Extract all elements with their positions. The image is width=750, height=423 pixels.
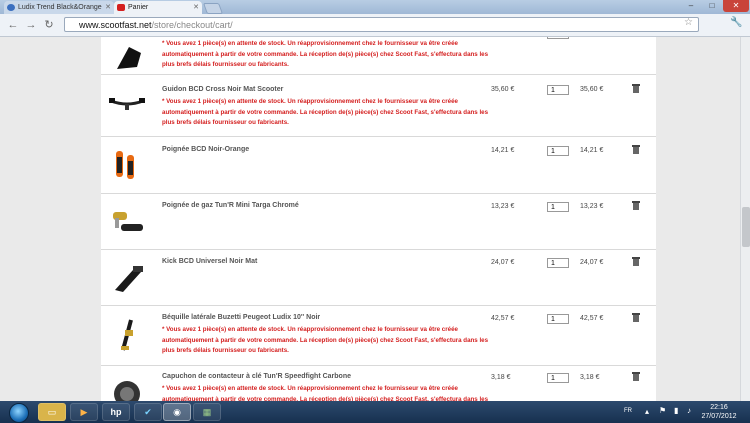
product-thumbnail[interactable] bbox=[107, 204, 147, 240]
reload-icon[interactable]: ↻ bbox=[42, 18, 56, 32]
minimize-button[interactable]: – bbox=[681, 0, 701, 12]
cart-row: Béquille latérale Buzetti Peugeot Ludix … bbox=[101, 306, 656, 366]
product-name[interactable]: Kick BCD Universel Noir Mat bbox=[162, 258, 482, 265]
trash-icon[interactable] bbox=[631, 201, 641, 210]
signal-icon[interactable]: ▮ bbox=[674, 406, 678, 415]
media-player-icon[interactable]: ▶ bbox=[70, 403, 98, 421]
cart-table: * Vous avez 1 pièce(s) en attente de sto… bbox=[101, 37, 656, 401]
browser-toolbar: ← → ↻ www.scootfast.net/store/checkout/c… bbox=[0, 14, 750, 37]
scrollbar-thumb[interactable] bbox=[742, 207, 750, 247]
cart-row: Kick BCD Universel Noir Mat 24,07 € 1 24… bbox=[101, 250, 656, 306]
url-host: www.scootfast.net bbox=[79, 20, 152, 30]
app-icon[interactable]: ✔ bbox=[134, 403, 162, 421]
flag-icon[interactable]: ⚑ bbox=[659, 406, 666, 415]
new-tab-button[interactable] bbox=[202, 3, 224, 14]
product-thumbnail[interactable] bbox=[107, 372, 147, 401]
tab-favicon-icon bbox=[7, 4, 15, 11]
quantity-input[interactable]: 1 bbox=[547, 85, 569, 95]
windows-taskbar: ▭ ▶ hp ✔ ◉ ▦ FR ▴ ⚑ ▮ ♪ 22:16 27/07/2012 bbox=[0, 401, 750, 423]
line-total: 42,57 € bbox=[580, 315, 604, 322]
quantity-input[interactable]: 1 bbox=[547, 202, 569, 212]
volume-icon[interactable]: ♪ bbox=[687, 406, 691, 415]
line-total: 35,60 € bbox=[580, 86, 604, 93]
line-total: 14,21 € bbox=[580, 147, 604, 154]
clock-date: 27/07/2012 bbox=[701, 413, 737, 420]
tab-panier[interactable]: Panier ✕ bbox=[114, 1, 202, 14]
unit-price: 35,60 € bbox=[491, 86, 515, 93]
trash-icon[interactable] bbox=[631, 313, 641, 322]
trash-icon[interactable] bbox=[631, 145, 641, 154]
stock-warning: * Vous avez 1 pièce(s) en attente de sto… bbox=[162, 326, 489, 354]
line-total: 24,07 € bbox=[580, 259, 604, 266]
tray-arrow-icon[interactable]: ▴ bbox=[645, 407, 649, 416]
bookmark-star-icon[interactable]: ☆ bbox=[684, 17, 693, 28]
tab-title: Ludix Trend Black&Orange bbox=[18, 4, 102, 11]
clock-time: 22:16 bbox=[710, 404, 728, 411]
cart-row: * Vous avez 1 pièce(s) en attente de sto… bbox=[101, 37, 656, 75]
maximize-button[interactable]: □ bbox=[702, 0, 722, 12]
system-clock[interactable]: 22:16 27/07/2012 bbox=[700, 403, 738, 421]
cart-row: Poignée de gaz Tun'R Mini Targa Chromé 1… bbox=[101, 194, 656, 250]
stock-warning: * Vous avez 1 pièce(s) en attente de sto… bbox=[162, 40, 489, 68]
forward-arrow-icon[interactable]: → bbox=[24, 18, 38, 32]
wrench-menu-icon[interactable]: 🔧 bbox=[730, 17, 742, 28]
quantity-input[interactable]: 1 bbox=[547, 314, 569, 324]
tab-favicon-icon bbox=[117, 4, 125, 11]
unit-price: 13,23 € bbox=[491, 203, 515, 210]
unit-price: 14,21 € bbox=[491, 147, 515, 154]
product-thumbnail[interactable] bbox=[107, 87, 147, 123]
browser-titlebar: Ludix Trend Black&Orange ✕ Panier ✕ – □ … bbox=[0, 0, 750, 14]
product-name[interactable]: Poignée BCD Noir-Orange bbox=[162, 146, 482, 153]
quantity-input[interactable]: 1 bbox=[547, 258, 569, 268]
cart-row: Poignée BCD Noir-Orange 14,21 € 1 14,21 … bbox=[101, 137, 656, 194]
chrome-icon[interactable]: ◉ bbox=[163, 403, 191, 421]
line-total: 13,23 € bbox=[580, 203, 604, 210]
trash-icon[interactable] bbox=[631, 84, 641, 93]
url-path: /store/checkout/cart/ bbox=[151, 20, 233, 30]
address-bar[interactable]: www.scootfast.net/store/checkout/cart/ bbox=[64, 17, 699, 32]
network-icon[interactable]: ▦ bbox=[193, 403, 221, 421]
tab-ludix[interactable]: Ludix Trend Black&Orange ✕ bbox=[4, 1, 114, 14]
cart-row: Capuchon de contacteur à clé Tun'R Speed… bbox=[101, 366, 656, 401]
trash-icon[interactable] bbox=[631, 372, 641, 381]
vertical-scrollbar[interactable] bbox=[740, 37, 750, 401]
tab-close-icon[interactable]: ✕ bbox=[193, 1, 199, 14]
product-name[interactable]: Béquille latérale Buzetti Peugeot Ludix … bbox=[162, 314, 482, 321]
language-indicator[interactable]: FR bbox=[624, 408, 632, 414]
explorer-icon[interactable]: ▭ bbox=[38, 403, 66, 421]
hp-icon[interactable]: hp bbox=[102, 403, 130, 421]
tab-title: Panier bbox=[128, 4, 149, 11]
tab-close-icon[interactable]: ✕ bbox=[105, 1, 111, 14]
unit-price: 24,07 € bbox=[491, 259, 515, 266]
stock-warning: * Vous avez 1 pièce(s) en attente de sto… bbox=[162, 98, 489, 126]
cart-row: Guidon BCD Cross Noir Mat Scooter * Vous… bbox=[101, 75, 656, 137]
quantity-input[interactable]: 1 bbox=[547, 146, 569, 156]
line-total: 3,18 € bbox=[580, 374, 600, 381]
product-thumbnail[interactable] bbox=[107, 145, 147, 181]
product-name[interactable]: Capuchon de contacteur à clé Tun'R Speed… bbox=[162, 373, 482, 380]
quantity-input[interactable]: 1 bbox=[547, 373, 569, 383]
product-name[interactable]: Poignée de gaz Tun'R Mini Targa Chromé bbox=[162, 202, 482, 209]
unit-price: 3,18 € bbox=[491, 374, 511, 381]
product-thumbnail[interactable] bbox=[107, 316, 147, 352]
close-button[interactable]: ✕ bbox=[723, 0, 749, 12]
page-viewport: * Vous avez 1 pièce(s) en attente de sto… bbox=[0, 37, 740, 401]
start-button[interactable] bbox=[9, 403, 29, 423]
product-thumbnail[interactable] bbox=[107, 260, 147, 296]
quantity-input[interactable]: 1 bbox=[547, 37, 569, 39]
back-arrow-icon[interactable]: ← bbox=[6, 18, 20, 32]
trash-icon[interactable] bbox=[631, 257, 641, 266]
unit-price: 42,57 € bbox=[491, 315, 515, 322]
product-thumbnail[interactable] bbox=[107, 39, 147, 75]
product-name[interactable]: Guidon BCD Cross Noir Mat Scooter bbox=[162, 86, 482, 93]
stock-warning: * Vous avez 1 pièce(s) en attente de sto… bbox=[162, 385, 489, 401]
